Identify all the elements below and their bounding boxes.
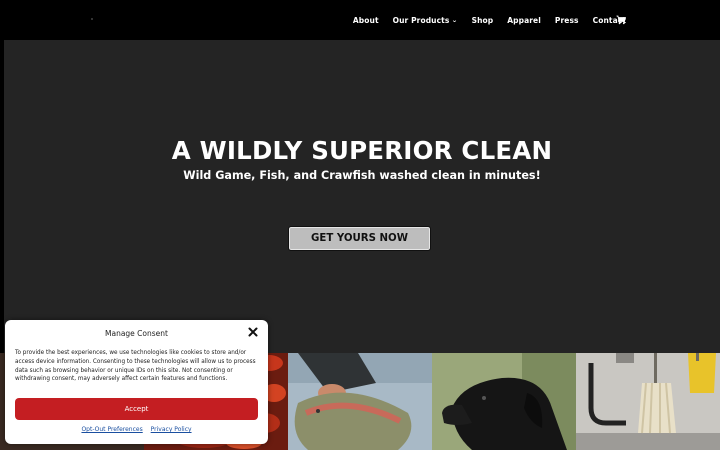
consent-body: To provide the best experiences, we use … <box>15 350 256 383</box>
nav-item-label: Press <box>554 15 579 25</box>
nav-item-apparel[interactable]: Apparel <box>507 16 541 25</box>
chevron-down-icon: ⌄ <box>451 16 459 24</box>
hero-section: A WILDLY SUPERIOR CLEAN Wild Game, Fish,… <box>4 40 720 353</box>
accept-button[interactable]: Accept <box>15 398 258 420</box>
privacy-policy-link[interactable]: Privacy Policy <box>151 426 192 433</box>
nav-item-about[interactable]: About <box>353 16 379 25</box>
shopping-cart-icon[interactable] <box>616 15 626 25</box>
nav-item-press[interactable]: Press <box>555 16 579 25</box>
nav-item-label: Apparel <box>507 15 541 25</box>
nav-item-label: Our Products <box>392 15 450 25</box>
hero-title: A WILDLY SUPERIOR CLEAN <box>171 136 553 165</box>
main-nav: About Our Products ⌄ Shop Apparel Press … <box>353 0 626 40</box>
close-icon[interactable] <box>247 326 259 338</box>
site-header: About Our Products ⌄ Shop Apparel Press … <box>0 0 720 40</box>
nav-item-label: About <box>352 15 379 25</box>
nav-item-label: Shop <box>471 15 494 25</box>
cookie-consent-dialog: Manage Consent To provide the best exper… <box>5 320 268 444</box>
nav-item-shop[interactable]: Shop <box>472 16 494 25</box>
opt-out-preferences-link[interactable]: Opt-Out Preferences <box>81 426 142 433</box>
black-labrador-photo <box>432 353 576 450</box>
mop-sink-photo <box>576 353 720 450</box>
consent-links: Opt-Out Preferences Privacy Policy <box>5 426 268 433</box>
site-logo[interactable] <box>91 18 93 20</box>
hero-subtitle: Wild Game, Fish, and Crawfish washed cle… <box>183 169 541 182</box>
nav-item-our-products[interactable]: Our Products ⌄ <box>393 16 458 25</box>
get-yours-now-button[interactable]: GET YOURS NOW <box>288 226 431 251</box>
consent-title: Manage Consent <box>105 329 168 338</box>
fish-catch-photo <box>288 353 432 450</box>
